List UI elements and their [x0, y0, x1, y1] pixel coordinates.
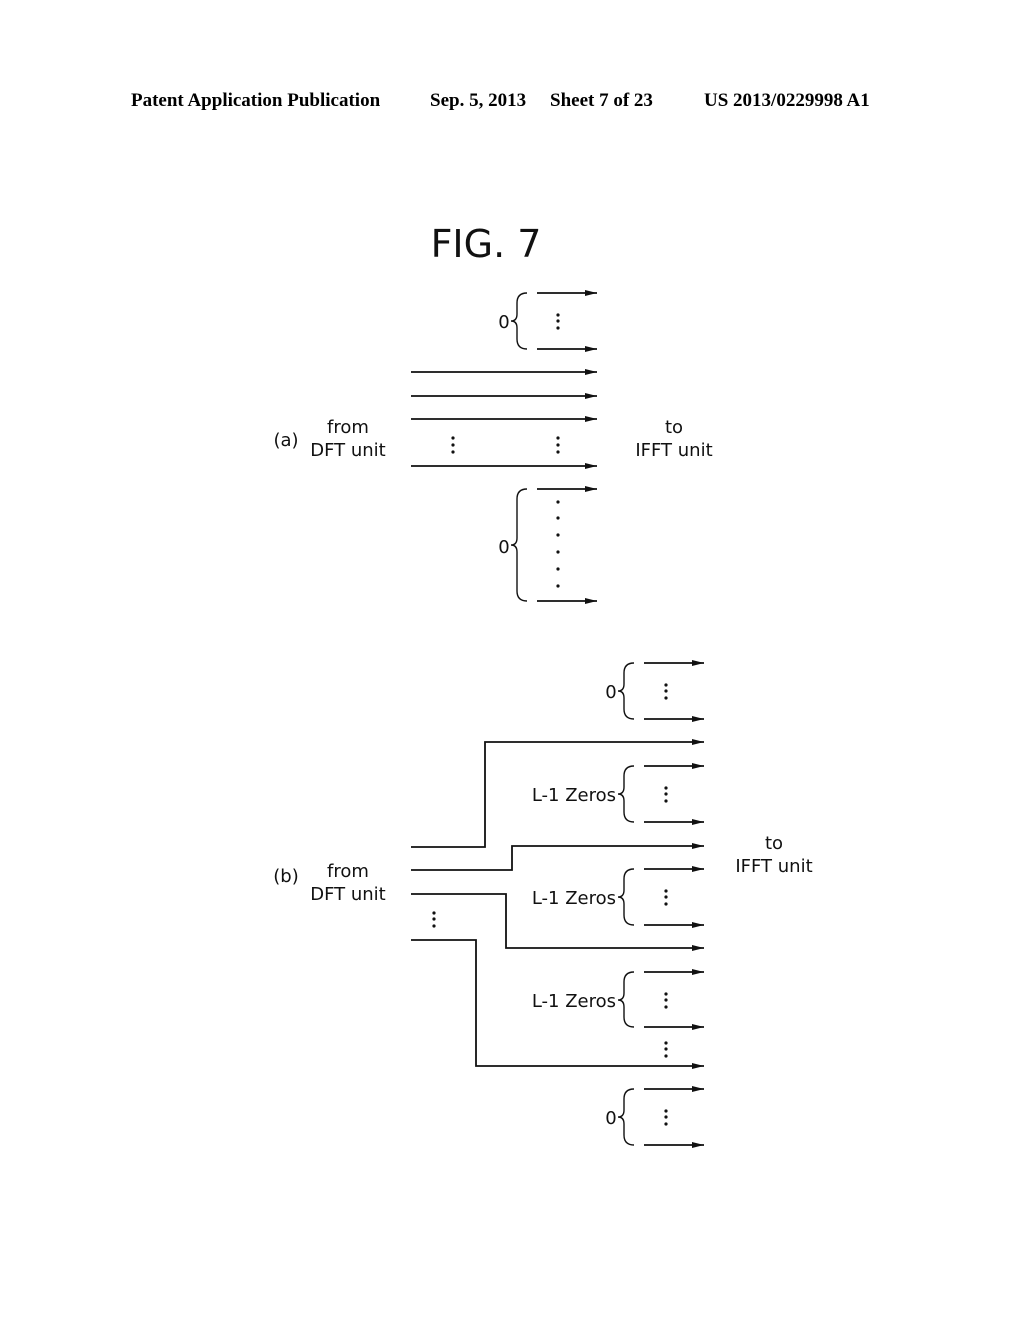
a-bottom-brace — [510, 488, 528, 602]
a-source-line2: DFT unit — [310, 440, 386, 461]
b-lzero-3-brace — [617, 971, 635, 1028]
b-data-path-2 — [411, 843, 704, 871]
b-panel-label: (b) — [273, 866, 298, 887]
a-dest-line1: to — [665, 417, 683, 438]
a-source-line1: from — [327, 417, 369, 438]
a-bottom-zero-label: 0 — [498, 537, 509, 558]
b-dest-line2: IFFT unit — [735, 856, 812, 877]
figure-7-diagram: FIG. 7 0 0 (a) from DFT unit to IFFT uni… — [273, 222, 813, 1148]
figure-title: FIG. 7 — [431, 222, 542, 266]
b-bottom-brace — [617, 1088, 635, 1146]
b-top-brace — [617, 662, 635, 720]
b-lzero-2-brace — [617, 868, 635, 926]
a-top-zero-label: 0 — [498, 312, 509, 333]
a-top-brace — [510, 292, 528, 350]
b-lzero-label-3: L-1 Zeros — [532, 991, 616, 1012]
a-panel-label: (a) — [273, 430, 298, 451]
b-top-zero-label: 0 — [605, 682, 616, 703]
a-dest-line2: IFFT unit — [635, 440, 712, 461]
b-lzero-label-1: L-1 Zeros — [532, 785, 616, 806]
b-dest-line1: to — [765, 833, 783, 854]
b-lzero-label-2: L-1 Zeros — [532, 888, 616, 909]
b-source-line1: from — [327, 861, 369, 882]
b-bottom-zero-label: 0 — [605, 1108, 616, 1129]
b-source-line2: DFT unit — [310, 884, 386, 905]
b-lzero-1-brace — [617, 765, 635, 823]
